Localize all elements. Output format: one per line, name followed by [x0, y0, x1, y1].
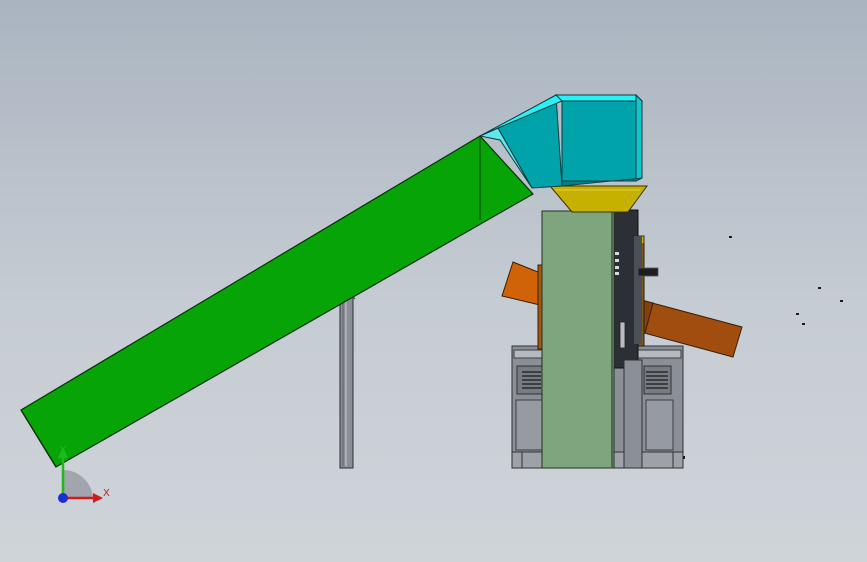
front-panel[interactable]: [541, 210, 615, 469]
model-view[interactable]: Y X: [0, 0, 867, 562]
feed-hopper[interactable]: [548, 185, 648, 213]
triad-origin: [58, 493, 68, 503]
y-axis-label: Y: [59, 445, 67, 456]
x-axis-arrowhead: [93, 493, 103, 503]
support-post[interactable]: [339, 295, 356, 469]
inclined-conveyor[interactable]: [20, 135, 534, 468]
cad-viewport[interactable]: Y X: [0, 0, 867, 562]
coordinate-triad[interactable]: Y X: [58, 445, 110, 503]
x-axis-label: X: [103, 488, 110, 499]
